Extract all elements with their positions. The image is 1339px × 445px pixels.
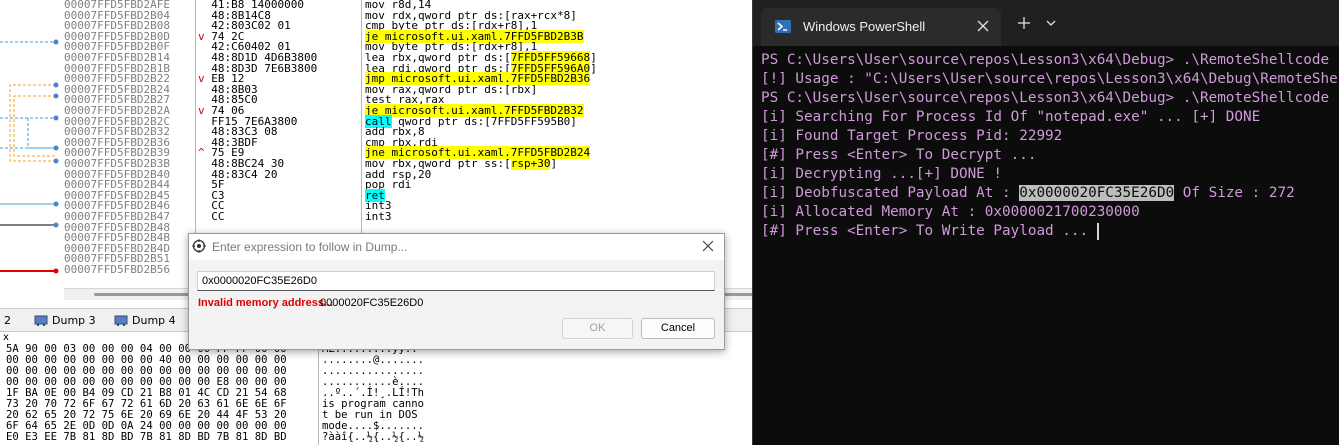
console-text: [i] Found Target Process Pid: 22992 [761,128,1063,144]
instruction-pre: int3 [365,210,392,223]
console-text: PS C:\Users\User\source\repos\Lesson3\x6… [761,52,1330,68]
console-line: [i] Deobfuscated Payload At : 0x0000020F… [761,184,1295,203]
instruction-hl: rsp+30 [510,157,551,170]
instruction-post: ] [550,157,558,170]
terminal-tab-bar: Windows PowerShell [753,0,1339,46]
expression-input[interactable]: 0x0000020FC35E26D0 [197,271,715,291]
close-icon[interactable] [976,19,990,33]
powershell-icon [775,20,791,33]
console-text: PS C:\Users\User\source\repos\Lesson3\x6… [761,90,1330,106]
console-line: [i] Decrypting ...[+] DONE ! [761,165,1002,184]
console-text: [!] Usage : "C:\Users\User\source\repos\… [761,71,1339,87]
console-text: Of Size : 272 [1174,185,1295,201]
address-row[interactable]: 00007FFD5FBD2B56 [64,264,170,276]
console-line: [i] Found Target Process Pid: 22992 [761,127,1062,146]
console-text: [#] Press <Enter> To Decrypt ... [761,147,1037,163]
dump-hex-row[interactable]: E0 E3 EE 7B 81 8D BD 7B 81 8D BD 7B 81 8… [6,432,287,443]
console-line: [i] Searching For Process Id Of "notepad… [761,108,1260,127]
jump-arrows-gutter [0,39,59,274]
console-line: [#] Press <Enter> To Write Payload ... [761,222,1097,241]
terminal-console[interactable]: PS C:\Users\User\source\repos\Lesson3\x6… [753,46,1339,445]
error-label: Invalid memory address... [198,297,334,309]
console-text: [i] Decrypting ...[+] DONE ! [761,166,1003,182]
console-line: PS C:\Users\User\source\repos\Lesson3\x6… [761,51,1329,70]
console-line: [i] Allocated Memory At : 0x000002170023… [761,203,1140,222]
console-text: [#] Press <Enter> To Write Payload ... [761,223,1097,239]
console-line: PS C:\Users\User\source\repos\Lesson3\x6… [761,89,1329,108]
follow-in-dump-dialog: Enter expression to follow in Dump... 0x… [188,233,725,350]
debugger-window: 00007FFD5FBD2AFE 00007FFD5FBD2B04 00007FFD… [0,0,752,445]
tab-label: 2 [4,314,11,327]
dump-tab-icon [34,315,48,326]
tab-title: Windows PowerShell [803,19,926,34]
error-value: 0000020FC35E26D0 [320,297,424,309]
tab-windows-powershell[interactable]: Windows PowerShell [761,8,1001,46]
console-line: [!] Usage : "C:\Users\User\source\repos\… [761,70,1339,89]
dump-tab-icon [114,315,128,326]
chevron-down-icon[interactable] [1045,18,1057,28]
console-line: [#] Press <Enter> To Decrypt ... [761,146,1036,165]
tab-label: Dump 4 [132,314,176,327]
powershell-window: Windows PowerShell PS C:\Users\User\sour… [752,0,1339,445]
cancel-button[interactable]: Cancel [641,318,715,339]
console-text: [i] Allocated Memory At : 0x000002170023… [761,204,1140,220]
dialog-titlebar[interactable]: Enter expression to follow in Dump... [189,234,724,260]
instruction-row[interactable]: int3 [365,210,392,223]
tab-dump-4[interactable]: Dump 4 [112,312,176,330]
console-text: [i] Searching For Process Id Of "notepad… [761,109,1261,125]
dump-view[interactable]: 5A 90 00 03 00 00 00 04 00 00 00 FF FF 0… [0,344,752,445]
selected-text[interactable]: 0x0000020FC35E26D0 [1019,185,1175,201]
text-cursor [1097,223,1100,240]
ok-button[interactable]: OK [562,318,633,339]
instruction-post: ] [590,61,597,75]
dump-ascii-row[interactable]: ?ààî{..½{..½{..½ [322,432,424,443]
plus-icon[interactable] [1017,16,1031,30]
target-icon [192,239,206,253]
tab-dump-2[interactable]: 2 [0,312,11,330]
tab-label: Dump 3 [52,314,96,327]
close-icon[interactable] [700,238,716,254]
tab-dump-3[interactable]: Dump 3 [32,312,96,330]
bytes-text: CC [211,210,225,223]
dialog-title: Enter expression to follow in Dump... [212,240,408,254]
console-text: [i] Deobfuscated Payload At : [761,185,1020,201]
